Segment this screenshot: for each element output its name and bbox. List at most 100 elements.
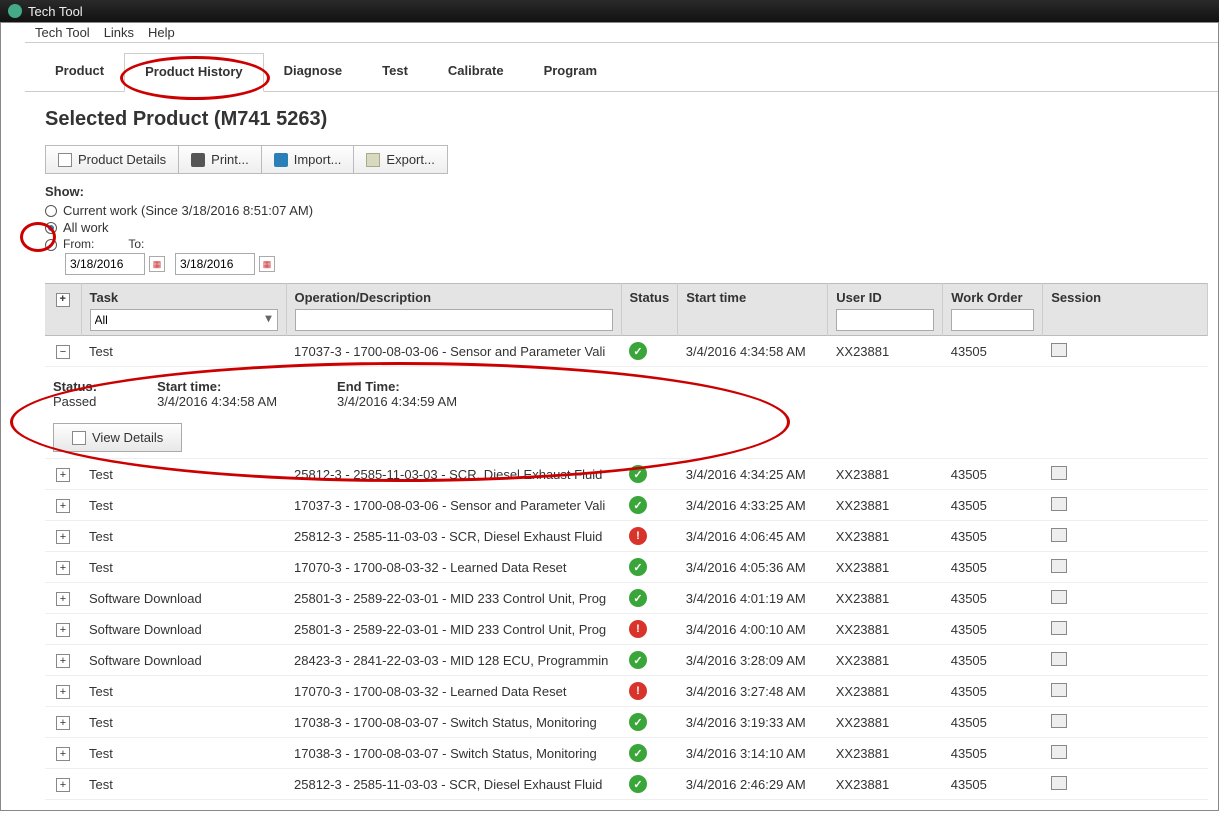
session-icon[interactable] xyxy=(1051,343,1067,357)
cell-start: 3/4/2016 4:00:10 AM xyxy=(678,614,828,645)
app-icon xyxy=(8,4,22,18)
session-icon[interactable] xyxy=(1051,466,1067,480)
funnel-icon[interactable]: ▾ xyxy=(265,311,271,325)
cell-task: Software Download xyxy=(81,583,286,614)
status-ok-icon: ✓ xyxy=(629,589,647,607)
collapse-icon[interactable]: − xyxy=(56,345,70,359)
to-date-input[interactable] xyxy=(175,253,255,275)
table-row[interactable]: +Test17038-3 - 1700-08-03-07 - Switch St… xyxy=(45,707,1208,738)
expand-icon[interactable]: + xyxy=(56,530,70,544)
history-grid: + Task ▾ Operation/Description Status xyxy=(45,283,1208,800)
expand-icon[interactable]: + xyxy=(56,623,70,637)
cell-user: XX23881 xyxy=(828,645,943,676)
view-details-button[interactable]: View Details xyxy=(53,423,182,452)
expand-icon[interactable]: + xyxy=(56,468,70,482)
cell-workorder: 43505 xyxy=(943,614,1043,645)
session-icon[interactable] xyxy=(1051,776,1067,790)
expand-icon[interactable]: + xyxy=(56,685,70,699)
col-operation[interactable]: Operation/Description xyxy=(295,290,432,305)
cell-task: Test xyxy=(81,738,286,769)
expand-all-header[interactable]: + xyxy=(45,284,81,336)
cell-user: XX23881 xyxy=(828,738,943,769)
product-details-button[interactable]: Product Details xyxy=(46,146,179,173)
expand-icon[interactable]: + xyxy=(56,716,70,730)
cell-status: ! xyxy=(621,614,678,645)
table-row[interactable]: +Software Download28423-3 - 2841-22-03-0… xyxy=(45,645,1208,676)
expand-icon[interactable]: + xyxy=(56,561,70,575)
table-row[interactable]: +Software Download25801-3 - 2589-22-03-0… xyxy=(45,583,1208,614)
col-task[interactable]: Task xyxy=(90,290,119,305)
table-row[interactable]: +Software Download25801-3 - 2589-22-03-0… xyxy=(45,614,1208,645)
cell-user: XX23881 xyxy=(828,676,943,707)
expand-icon[interactable]: + xyxy=(56,499,70,513)
cell-operation: 17038-3 - 1700-08-03-07 - Switch Status,… xyxy=(286,707,621,738)
session-icon[interactable] xyxy=(1051,621,1067,635)
cell-task: Test xyxy=(81,336,286,367)
import-button[interactable]: Import... xyxy=(262,146,355,173)
cell-workorder: 43505 xyxy=(943,336,1043,367)
radio-current-work[interactable]: Current work (Since 3/18/2016 8:51:07 AM… xyxy=(45,203,1208,218)
cell-operation: 17037-3 - 1700-08-03-06 - Sensor and Par… xyxy=(286,490,621,521)
col-status[interactable]: Status xyxy=(630,290,670,305)
session-icon[interactable] xyxy=(1051,590,1067,604)
print-button[interactable]: Print... xyxy=(179,146,262,173)
detail-start-value: 3/4/2016 4:34:58 AM xyxy=(157,394,277,409)
session-icon[interactable] xyxy=(1051,528,1067,542)
table-row[interactable]: +Test17070-3 - 1700-08-03-32 - Learned D… xyxy=(45,676,1208,707)
calendar-icon[interactable]: ▦ xyxy=(259,256,275,272)
session-icon[interactable] xyxy=(1051,652,1067,666)
menu-help[interactable]: Help xyxy=(148,25,175,40)
table-row[interactable]: −Test17037-3 - 1700-08-03-06 - Sensor an… xyxy=(45,336,1208,367)
table-row[interactable]: +Test25812-3 - 2585-11-03-03 - SCR, Dies… xyxy=(45,769,1208,800)
radio-current-label: Current work (Since 3/18/2016 8:51:07 AM… xyxy=(63,203,313,218)
table-row[interactable]: +Test25812-3 - 2585-11-03-03 - SCR, Dies… xyxy=(45,521,1208,552)
cell-workorder: 43505 xyxy=(943,769,1043,800)
tab-diagnose[interactable]: Diagnose xyxy=(264,53,363,91)
cell-session xyxy=(1043,738,1208,769)
filter-task-input[interactable] xyxy=(90,309,278,331)
expand-icon[interactable]: + xyxy=(56,778,70,792)
table-row[interactable]: +Test17038-3 - 1700-08-03-07 - Switch St… xyxy=(45,738,1208,769)
tab-calibrate[interactable]: Calibrate xyxy=(428,53,524,91)
tab-product[interactable]: Product xyxy=(35,53,124,91)
cell-status: ✓ xyxy=(621,336,678,367)
export-button[interactable]: Export... xyxy=(354,146,446,173)
cell-operation: 17070-3 - 1700-08-03-32 - Learned Data R… xyxy=(286,676,621,707)
table-row[interactable]: +Test17037-3 - 1700-08-03-06 - Sensor an… xyxy=(45,490,1208,521)
filter-wo-input[interactable] xyxy=(951,309,1034,331)
expand-icon[interactable]: + xyxy=(56,654,70,668)
status-ok-icon: ✓ xyxy=(629,651,647,669)
tab-program[interactable]: Program xyxy=(524,53,617,91)
radio-all-work[interactable]: All work xyxy=(45,220,1208,235)
menu-links[interactable]: Links xyxy=(104,25,134,40)
table-row[interactable]: +Test17070-3 - 1700-08-03-32 - Learned D… xyxy=(45,552,1208,583)
col-user[interactable]: User ID xyxy=(836,290,882,305)
tab-test[interactable]: Test xyxy=(362,53,428,91)
filter-operation-input[interactable] xyxy=(295,309,613,331)
cell-operation: 25812-3 - 2585-11-03-03 - SCR, Diesel Ex… xyxy=(286,521,621,552)
session-icon[interactable] xyxy=(1051,714,1067,728)
cell-operation: 25801-3 - 2589-22-03-01 - MID 233 Contro… xyxy=(286,614,621,645)
col-start[interactable]: Start time xyxy=(686,290,746,305)
cell-session xyxy=(1043,614,1208,645)
col-workorder[interactable]: Work Order xyxy=(951,290,1022,305)
col-session[interactable]: Session xyxy=(1051,290,1101,305)
filter-user-input[interactable] xyxy=(836,309,934,331)
session-icon[interactable] xyxy=(1051,559,1067,573)
expand-icon[interactable]: + xyxy=(56,747,70,761)
tab-product-history[interactable]: Product History xyxy=(124,53,264,92)
table-row[interactable]: +Test25812-3 - 2585-11-03-03 - SCR, Dies… xyxy=(45,459,1208,490)
calendar-icon[interactable]: ▦ xyxy=(149,256,165,272)
from-date-input[interactable] xyxy=(65,253,145,275)
to-label: To: xyxy=(128,237,144,251)
detail-end-value: 3/4/2016 4:34:59 AM xyxy=(337,394,457,409)
session-icon[interactable] xyxy=(1051,683,1067,697)
cell-start: 3/4/2016 3:28:09 AM xyxy=(678,645,828,676)
session-icon[interactable] xyxy=(1051,497,1067,511)
print-label: Print... xyxy=(211,152,249,167)
session-icon[interactable] xyxy=(1051,745,1067,759)
radio-all-label: All work xyxy=(63,220,109,235)
status-ok-icon: ✓ xyxy=(629,465,647,483)
menu-techtool[interactable]: Tech Tool xyxy=(35,25,90,40)
expand-icon[interactable]: + xyxy=(56,592,70,606)
